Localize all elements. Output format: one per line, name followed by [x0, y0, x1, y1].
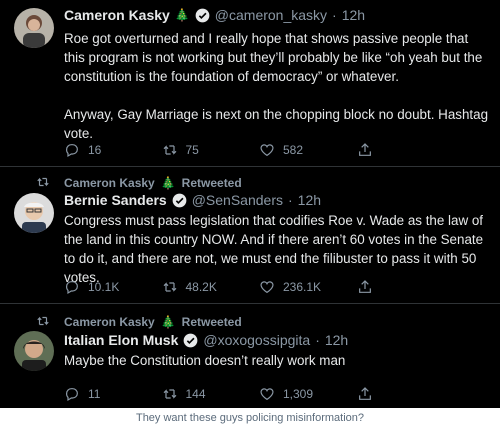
share-icon [358, 280, 371, 293]
author-handle[interactable]: @cameron_kasky [215, 7, 327, 23]
like-count: 236.1K [283, 280, 322, 294]
avatar[interactable] [14, 331, 54, 371]
screenshot-frame: Cameron Kasky 🎄 @cameron_kasky · 12h Roe… [0, 0, 500, 408]
reply-icon [66, 281, 78, 295]
author-name[interactable]: Cameron Kasky [64, 7, 170, 23]
author-name[interactable]: Bernie Sanders [64, 192, 167, 208]
retweeted-label: Retweeted [181, 176, 242, 190]
timestamp[interactable]: 12h [298, 192, 321, 208]
retweet-button[interactable]: 48.2K [162, 279, 260, 295]
like-button[interactable]: 1,309 [259, 386, 357, 402]
action-bar: 11 144 1,309 [64, 386, 454, 402]
separator-dot: · [332, 7, 337, 23]
retweet-count: 48.2K [185, 280, 217, 294]
reply-button[interactable]: 10.1K [64, 279, 162, 295]
tweet-paragraph: Roe got overturned and I really hope tha… [64, 31, 483, 84]
share-button[interactable] [357, 279, 455, 295]
separator-dot: · [288, 192, 293, 208]
retweet-button[interactable]: 144 [162, 386, 260, 402]
timestamp[interactable]: 12h [342, 7, 365, 23]
reply-count: 11 [88, 387, 101, 401]
retweet-icon [163, 389, 176, 399]
tweet-3[interactable]: Cameron Kasky 🎄 Retweeted Italian Elon M… [0, 304, 500, 408]
reply-icon [66, 388, 78, 402]
share-icon [358, 143, 371, 156]
tweet-text: Congress must pass legislation that codi… [64, 211, 492, 287]
reply-button[interactable]: 11 [64, 386, 162, 402]
retweet-icon [163, 282, 176, 292]
tweet-1[interactable]: Cameron Kasky 🎄 @cameron_kasky · 12h Roe… [0, 0, 500, 165]
reply-icon [66, 144, 78, 158]
retweeter-name: Cameron Kasky [64, 176, 155, 190]
tweet-text: Maybe the Constitution doesn’t really wo… [64, 351, 492, 370]
retweet-icon [37, 177, 49, 187]
retweet-button[interactable]: 75 [162, 142, 260, 158]
share-button[interactable] [357, 142, 455, 158]
timestamp[interactable]: 12h [325, 332, 348, 348]
share-button[interactable] [357, 386, 455, 402]
like-count: 1,309 [283, 387, 314, 401]
tree-emoji: 🎄 [160, 176, 176, 190]
tree-emoji: 🎄 [160, 315, 176, 329]
verified-badge-icon [172, 193, 187, 207]
like-count: 582 [283, 143, 304, 157]
retweet-count: 75 [185, 143, 199, 157]
share-icon [358, 387, 371, 400]
like-button[interactable]: 236.1K [259, 279, 357, 295]
image-caption: They want these guys policing misinforma… [135, 412, 365, 424]
retweet-icon [37, 316, 49, 326]
retweet-count: 144 [185, 387, 206, 401]
tweet-2[interactable]: Cameron Kasky 🎄 Retweeted Bernie Sanders… [0, 167, 500, 302]
separator-dot: · [315, 332, 320, 348]
reply-count: 16 [88, 143, 102, 157]
retweeted-label: Retweeted [181, 315, 242, 329]
avatar[interactable] [14, 8, 54, 48]
reply-count: 10.1K [88, 280, 120, 294]
tweet-paragraph: Anyway, Gay Marriage is next on the chop… [64, 107, 489, 141]
action-bar: 16 75 582 [64, 142, 454, 158]
tweet-paragraph: Maybe the Constitution doesn’t really wo… [64, 353, 346, 368]
avatar[interactable] [14, 193, 54, 233]
action-bar: 10.1K 48.2K 236.1K [64, 279, 454, 295]
heart-icon [260, 281, 274, 294]
verified-badge-icon [195, 8, 210, 22]
tweet-paragraph: Congress must pass legislation that codi… [64, 213, 484, 285]
verified-badge-icon [183, 333, 198, 347]
heart-icon [260, 144, 274, 157]
like-button[interactable]: 582 [259, 142, 357, 158]
tree-emoji: 🎄 [174, 8, 190, 22]
heart-icon [260, 388, 274, 401]
author-name[interactable]: Italian Elon Musk [64, 332, 178, 348]
tweet-text: Roe got overturned and I really hope tha… [64, 29, 492, 143]
author-handle[interactable]: @xoxogossipgita [203, 332, 310, 348]
retweet-icon [163, 145, 176, 155]
retweeted-by[interactable]: Cameron Kasky 🎄 Retweeted [64, 315, 242, 329]
author-handle[interactable]: @SenSanders [192, 192, 283, 208]
retweeter-name: Cameron Kasky [64, 315, 155, 329]
retweeted-by[interactable]: Cameron Kasky 🎄 Retweeted [64, 176, 242, 190]
reply-button[interactable]: 16 [64, 142, 162, 158]
